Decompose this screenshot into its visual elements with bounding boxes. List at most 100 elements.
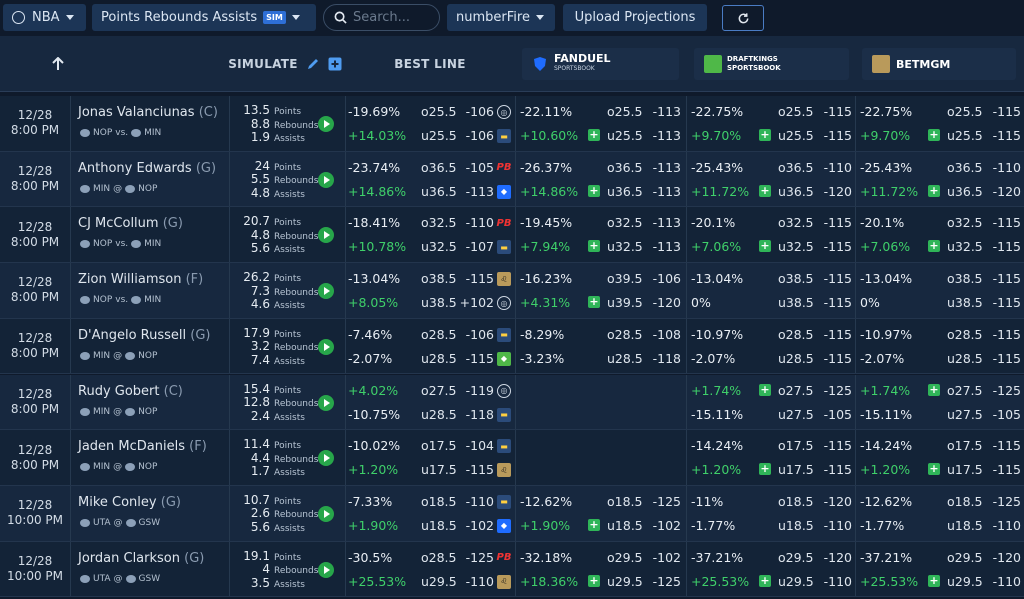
dk-odds[interactable]: -110 [813,574,852,589]
dk-odds[interactable]: -120 [813,184,852,199]
dk-odds[interactable]: -120 [813,494,852,509]
dk-line[interactable]: u29.5 [778,574,814,589]
best-line-value[interactable]: u28.5 [421,351,457,366]
mgm-line[interactable]: u27.5 [947,407,983,422]
fd-odds[interactable]: -102 [642,518,681,533]
mgm-odds[interactable]: -115 [982,295,1021,310]
search-box[interactable] [323,4,440,31]
simulate-play-button[interactable] [318,505,334,522]
dk-line[interactable]: u28.5 [778,351,814,366]
dk-odds[interactable]: -115 [813,327,852,342]
dk-odds[interactable]: -120 [813,550,852,565]
fd-line[interactable]: o32.5 [607,215,642,230]
best-line-odds[interactable]: -106 [455,327,494,342]
simulate-play-button[interactable] [318,116,334,132]
mgm-line[interactable]: o28.5 [947,327,982,342]
best-line-value[interactable]: u28.5 [421,407,457,422]
fd-odds[interactable]: -113 [642,184,681,199]
best-line-value[interactable]: o28.5 [421,327,456,342]
best-line-value[interactable]: o38.5 [421,271,456,286]
add-bet-button[interactable]: + [928,184,940,197]
mgm-line[interactable]: u28.5 [947,351,983,366]
best-line-odds[interactable]: -102 [455,518,494,533]
add-bet-button[interactable]: + [928,240,940,253]
dk-line[interactable]: o17.5 [778,438,813,453]
fd-line[interactable]: u39.5 [607,295,643,310]
projection-source-dropdown[interactable]: numberFire [447,4,555,31]
fd-line[interactable]: u25.5 [607,128,643,143]
fd-line[interactable]: u29.5 [607,574,643,589]
best-line-value[interactable]: o18.5 [421,494,456,509]
fd-line[interactable]: o25.5 [607,104,642,119]
best-line-value[interactable]: u18.5 [421,518,457,533]
mgm-line[interactable]: o38.5 [947,271,982,286]
dk-line[interactable]: o28.5 [778,327,813,342]
dk-line[interactable]: o27.5 [778,383,813,398]
mgm-odds[interactable]: -110 [982,574,1021,589]
dk-odds[interactable]: -125 [813,383,852,398]
best-line-odds[interactable]: -113 [455,184,494,199]
simulate-play-button[interactable] [318,171,334,188]
add-bet-button[interactable]: + [588,240,600,253]
upload-projections-button[interactable]: Upload Projections [563,4,707,31]
dk-line[interactable]: o18.5 [778,494,813,509]
add-bet-button[interactable]: + [928,574,940,587]
dk-odds[interactable]: -115 [813,438,852,453]
player-name-cell[interactable]: D'Angelo Russell (G) [78,328,210,343]
dk-line[interactable]: o25.5 [778,104,813,119]
fd-line[interactable]: o39.5 [607,271,642,286]
mgm-line[interactable]: o36.5 [947,160,982,175]
dk-odds[interactable]: -110 [813,160,852,175]
dk-odds[interactable]: -115 [813,271,852,286]
fd-line[interactable]: u36.5 [607,184,643,199]
fd-line[interactable]: o18.5 [607,494,642,509]
mgm-line[interactable]: o25.5 [947,104,982,119]
add-bet-button[interactable]: + [588,184,600,197]
dk-odds[interactable]: -115 [813,239,852,254]
sort-button[interactable] [0,36,115,92]
add-bet-button[interactable]: + [928,463,940,476]
fd-odds[interactable]: -113 [642,128,681,143]
mgm-line[interactable]: u32.5 [947,239,983,254]
add-bet-button[interactable]: + [759,240,771,253]
search-input[interactable] [353,10,433,25]
fd-line[interactable]: u18.5 [607,518,643,533]
mgm-line[interactable]: u38.5 [947,295,983,310]
player-name-cell[interactable]: Jordan Clarkson (G) [78,551,204,566]
player-name-cell[interactable]: Mike Conley (G) [78,495,181,510]
mgm-odds[interactable]: -115 [982,104,1021,119]
mgm-line[interactable]: u29.5 [947,574,983,589]
best-line-odds[interactable]: -125 [455,550,494,565]
add-bet-button[interactable]: + [588,574,600,587]
add-bet-button[interactable]: + [759,383,771,396]
mgm-line[interactable]: u36.5 [947,184,983,199]
refresh-button[interactable] [722,5,764,31]
mgm-odds[interactable]: -120 [982,550,1021,565]
simulate-play-button[interactable] [318,283,334,300]
dk-line[interactable]: u36.5 [778,184,814,199]
best-line-value[interactable]: u36.5 [421,184,457,199]
best-line-odds[interactable]: -115 [455,462,494,477]
mgm-line[interactable]: u17.5 [947,462,983,477]
mgm-line[interactable]: u25.5 [947,128,983,143]
player-name-cell[interactable]: Anthony Edwards (G) [78,161,216,176]
player-name-cell[interactable]: Jonas Valanciunas (C) [78,105,218,120]
league-dropdown[interactable]: NBA [3,4,86,31]
betmgm-header[interactable]: BETMGM [862,48,1016,80]
player-name-cell[interactable]: Zion Williamson (F) [78,272,203,287]
best-line-odds[interactable]: -106 [455,128,494,143]
best-line-odds[interactable]: -107 [455,239,494,254]
mgm-odds[interactable]: -115 [982,271,1021,286]
mgm-line[interactable]: o18.5 [947,494,982,509]
best-line-odds[interactable]: -119 [455,383,494,398]
dk-odds[interactable]: -115 [813,462,852,477]
fd-odds[interactable]: -108 [642,327,681,342]
add-bet-button[interactable]: + [588,129,600,141]
mgm-odds[interactable]: -115 [982,327,1021,342]
fd-line[interactable]: o28.5 [607,327,642,342]
best-line-odds[interactable]: -115 [455,351,494,366]
mgm-line[interactable]: o32.5 [947,215,982,230]
fd-odds[interactable]: -113 [642,239,681,254]
add-bet-button[interactable]: + [928,129,940,141]
best-line-value[interactable]: o28.5 [421,550,456,565]
